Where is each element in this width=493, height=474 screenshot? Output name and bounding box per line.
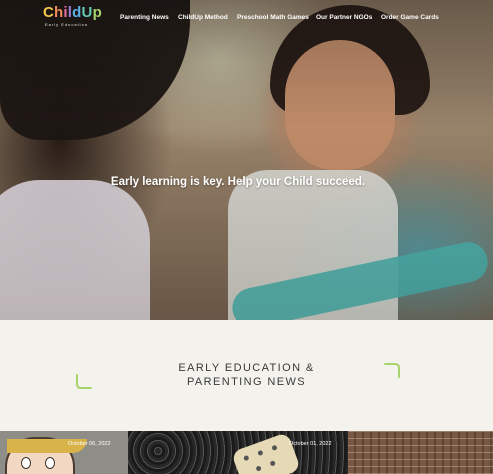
nav-link-partner-ngos[interactable]: Our Partner NGOs bbox=[316, 14, 372, 21]
card-date: October 01, 2022 bbox=[289, 441, 332, 447]
top-navigation: ChildUp Early Education Parenting News C… bbox=[0, 0, 493, 36]
logo-letter: C bbox=[43, 4, 55, 21]
news-card[interactable]: October 01, 2022 bbox=[128, 431, 348, 474]
bracket-right-icon bbox=[384, 363, 400, 378]
eye-icon bbox=[45, 457, 55, 469]
nav-link-order-game-cards[interactable]: Order Game Cards bbox=[381, 14, 439, 21]
logo-letter: h bbox=[54, 4, 64, 21]
logo-letter: d bbox=[72, 4, 82, 21]
logo-letter: U bbox=[81, 4, 93, 21]
eye-icon bbox=[21, 457, 31, 469]
nav-link-parenting-news[interactable]: Parenting News bbox=[120, 14, 169, 21]
hero-banner: ChildUp Early Education Parenting News C… bbox=[0, 0, 493, 320]
nav-link-preschool-math-games[interactable]: Preschool Math Games bbox=[237, 14, 309, 21]
logo-tagline: Early Education bbox=[45, 22, 89, 27]
card-date: October 06, 2022 bbox=[68, 441, 111, 447]
hero-headline: Early learning is key. Help your Child s… bbox=[110, 176, 366, 188]
news-card[interactable] bbox=[348, 431, 493, 474]
news-card[interactable]: October 06, 2022 bbox=[0, 431, 128, 474]
logo-wordmark: ChildUp bbox=[43, 4, 102, 21]
childup-logo[interactable]: ChildUp Early Education bbox=[43, 4, 102, 27]
logo-letter: p bbox=[92, 4, 102, 21]
news-section: EARLY EDUCATION & PARENTING NEWS bbox=[0, 320, 493, 432]
section-title-line-2: PARENTING NEWS bbox=[186, 376, 306, 388]
section-title-line-1: EARLY EDUCATION & bbox=[178, 362, 315, 374]
card-illustration bbox=[5, 437, 87, 474]
section-title: EARLY EDUCATION & PARENTING NEWS bbox=[0, 361, 493, 389]
news-cards: October 06, 2022 October 01, 2022 bbox=[0, 431, 493, 474]
nav-link-childup-method[interactable]: ChildUp Method bbox=[178, 14, 228, 21]
